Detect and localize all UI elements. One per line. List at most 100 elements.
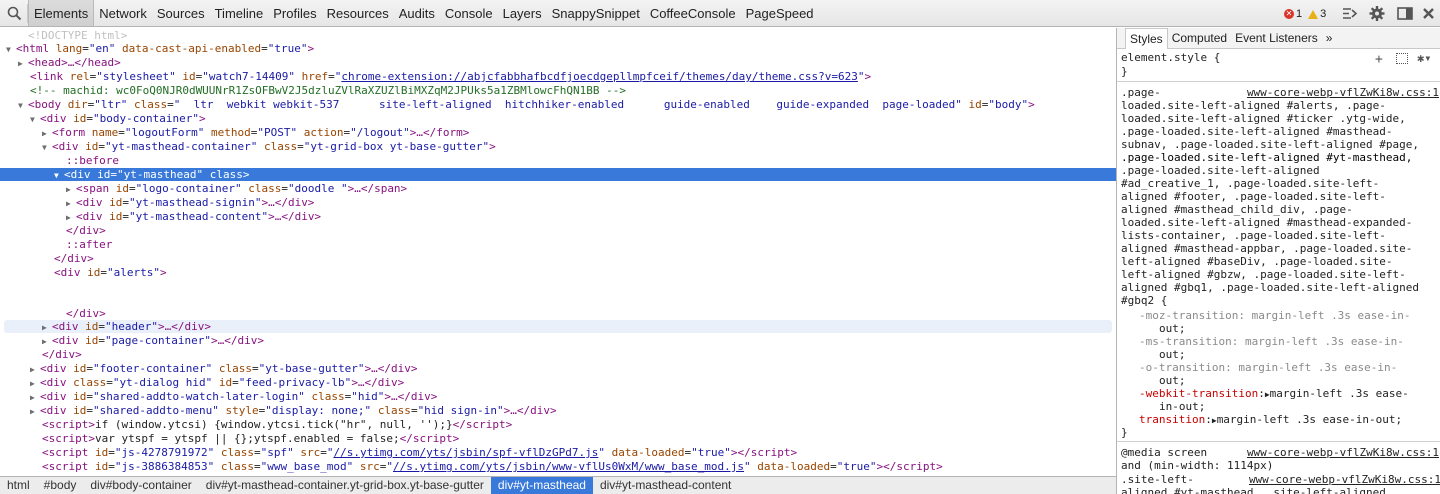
error-count: 1	[1296, 8, 1303, 20]
tab-pagespeed[interactable]: PageSpeed	[741, 0, 819, 27]
tree-row-link[interactable]: <link rel="stylesheet" id="watch7-14409"…	[0, 70, 1116, 83]
selector-line: aligned #footer, .page-loaded.site-left-	[1121, 190, 1386, 203]
tree-row-signin[interactable]: ▶ <div id="yt-masthead-signin">…</div>	[0, 196, 1116, 209]
tab-audits[interactable]: Audits	[394, 0, 440, 27]
tree-row-comment[interactable]: <!-- machid: wc0FoQ0NJR0dWUUNrR1ZsOFBwV2…	[0, 84, 1116, 97]
breadcrumb-item[interactable]: div#body-container	[83, 477, 198, 494]
source-text[interactable]: www-core-webp-vflZwKi8w.css:1	[1235, 473, 1440, 486]
style-declaration[interactable]: -moz-transition: margin-left .3s ease-in…	[1139, 309, 1440, 322]
tree-row-close-div[interactable]: </div>	[0, 348, 1116, 361]
collapsed-triangle-icon[interactable]: ▶	[30, 391, 40, 404]
rule-source-link[interactable]: www-core-webp-vflZwKi8w.css:1	[1235, 446, 1439, 459]
tree-row-alerts[interactable]: <div id="alerts">	[0, 266, 1116, 279]
attr-value: "true"	[691, 446, 731, 459]
style-declaration[interactable]: -ms-transition: margin-left .3s ease-in-	[1139, 335, 1440, 348]
tree-row-html[interactable]: ▼ <html lang="en" data-cast-api-enabled="…	[0, 42, 1116, 55]
style-declaration[interactable]: transition:▶margin-left .3s ease-in-out;	[1139, 413, 1440, 426]
tab-computed[interactable]: Computed	[1168, 28, 1231, 49]
tree-row-close-div[interactable]: </div>	[0, 224, 1116, 237]
tree-row-watch-later[interactable]: ▶ <div id="shared-addto-watch-later-login…	[0, 390, 1116, 403]
tab-sources[interactable]: Sources	[152, 0, 210, 27]
tree-row-content[interactable]: ▶ <div id="yt-masthead-content">…</div>	[0, 210, 1116, 223]
tree-row-close-div[interactable]: </div>	[0, 252, 1116, 265]
collapsed-triangle-icon[interactable]: ▶	[18, 57, 28, 70]
collapsed-triangle-icon[interactable]: ▶	[42, 321, 52, 334]
property-value: margin-left .3s ease-	[1269, 387, 1409, 400]
expanded-triangle-icon[interactable]: ▼	[42, 141, 52, 154]
tree-row-header[interactable]: ▶ <div id="header">…</div>	[4, 320, 1112, 333]
tree-row-before[interactable]: ::before	[0, 154, 1116, 167]
attr-value: "true"	[267, 42, 308, 55]
collapsed-triangle-icon[interactable]: ▶	[42, 335, 52, 348]
stylesheet-link[interactable]: chrome-extension://abjcfabbhafbcdfjoecdg…	[341, 70, 858, 83]
collapsed-triangle-icon[interactable]: ▶	[30, 405, 40, 418]
attr-value: "yt-masthead-signin"	[129, 196, 262, 209]
selector-line: loaded.site-left-aligned #alerts, .page-	[1121, 99, 1386, 112]
breadcrumb-item[interactable]: #body	[37, 477, 84, 494]
show-drawer-icon[interactable]	[1339, 4, 1359, 23]
tree-row-body-container[interactable]: ▼ <div id="body-container">	[0, 112, 1116, 125]
tab-event-listeners[interactable]: Event Listeners	[1231, 28, 1322, 49]
tree-row-dialog[interactable]: ▶ <div class="yt-dialog hid" id="feed-pri…	[0, 376, 1116, 389]
collapsed-triangle-icon[interactable]: ▶	[66, 211, 76, 224]
breadcrumb-item[interactable]: html	[0, 477, 37, 494]
expanded-triangle-icon[interactable]: ▼	[30, 113, 40, 126]
tab-network[interactable]: Network	[94, 0, 152, 27]
tree-row-after[interactable]: ::after	[0, 238, 1116, 251]
tree-row-script[interactable]: <script>if (window.ytcsi) {window.ytcsi.…	[0, 418, 1116, 431]
style-declaration[interactable]: -o-transition: margin-left .3s ease-in-	[1139, 361, 1440, 374]
tab-styles[interactable]: Styles	[1125, 28, 1168, 49]
expanded-triangle-icon[interactable]: ▼	[6, 43, 16, 56]
tree-row-logo[interactable]: ▶ <span id="logo-container" class="doodle…	[0, 182, 1116, 195]
collapsed-triangle-icon[interactable]: ▶	[30, 363, 40, 376]
collapsed-triangle-icon[interactable]: ▶	[42, 127, 52, 140]
tab-profiles[interactable]: Profiles	[268, 0, 321, 27]
script-src-link[interactable]: //s.ytimg.com/yts/jsbin/spf-vflDzGPd7.js	[333, 446, 598, 459]
collapsed-triangle-icon[interactable]: ▶	[66, 197, 76, 210]
tree-row-body[interactable]: ▼ <body dir="ltr" class=" ltr webkit webk…	[0, 98, 1116, 111]
property-value-cont: out;	[1159, 322, 1186, 335]
property-name: -o-transition	[1139, 361, 1226, 374]
element-style-selector[interactable]: element.style {	[1121, 51, 1440, 64]
more-tabs-icon[interactable]: »	[1322, 28, 1337, 49]
collapsed-triangle-icon[interactable]: ▶	[30, 377, 40, 390]
tree-row-masthead-selected[interactable]: ▼ <div id="yt-masthead" class>	[0, 168, 1116, 181]
tab-layers[interactable]: Layers	[498, 0, 547, 27]
expanded-triangle-icon[interactable]: ▼	[54, 169, 64, 182]
tree-row-head[interactable]: ▶ <head>…</head>	[0, 56, 1116, 69]
tab-console[interactable]: Console	[440, 0, 498, 27]
breadcrumb-item[interactable]: div#yt-masthead-content	[593, 477, 738, 494]
tree-row-form[interactable]: ▶ <form name="logoutForm" method="POST" a…	[0, 126, 1116, 139]
dock-side-icon[interactable]	[1395, 4, 1415, 23]
tree-row-addto-menu[interactable]: ▶ <div id="shared-addto-menu" style="disp…	[0, 404, 1116, 417]
breadcrumb-item-active[interactable]: div#yt-masthead	[490, 477, 593, 494]
script-src-link[interactable]: //s.ytimg.com/yts/jsbin/www-vflUs0WxM/ww…	[393, 460, 744, 473]
tab-snappysnippet[interactable]: SnappySnippet	[547, 0, 645, 27]
style-declaration[interactable]: -webkit-transition:▶margin-left .3s ease…	[1139, 387, 1440, 400]
attr-value: "header"	[105, 320, 158, 333]
search-icon[interactable]	[6, 5, 24, 22]
tree-row-page-container[interactable]: ▶ <div id="page-container">…</div>	[0, 334, 1116, 347]
attr-value: "yt-base-gutter"	[258, 362, 365, 375]
expanded-triangle-icon[interactable]: ▼	[18, 99, 28, 112]
tab-resources[interactable]: Resources	[322, 0, 394, 27]
tab-timeline[interactable]: Timeline	[210, 0, 269, 27]
tab-elements[interactable]: Elements	[28, 0, 95, 26]
console-counters[interactable]: ✕ 1 3	[1284, 6, 1326, 22]
tree-row-script-base[interactable]: <script id="js-3886384853" class="www_ba…	[0, 460, 1116, 473]
tree-row-footer[interactable]: ▶ <div id="footer-container" class="yt-ba…	[0, 362, 1116, 375]
tab-coffeeconsole[interactable]: CoffeeConsole	[645, 0, 741, 27]
tree-row-masthead-container[interactable]: ▼ <div id="yt-masthead-container" class="…	[0, 140, 1116, 153]
attr-value: "watch7-14409"	[202, 70, 295, 83]
breadcrumb-item[interactable]: div#yt-masthead-container.yt-grid-box.yt…	[199, 477, 491, 494]
collapsed-triangle-icon[interactable]: ▶	[66, 183, 76, 196]
tree-row-close-div[interactable]: </div>	[0, 307, 1116, 320]
tree-row-script[interactable]: <script>var ytspf = ytspf || {};ytspf.en…	[0, 432, 1116, 445]
tree-row-script-spf[interactable]: <script id="js-4278791972" class="spf" s…	[0, 446, 1116, 459]
tree-row-doctype[interactable]: <!DOCTYPE html>	[0, 29, 1116, 42]
property-value-cont: out;	[1159, 374, 1186, 387]
close-icon[interactable]	[1419, 4, 1439, 23]
elements-tree[interactable]: <!DOCTYPE html> ▼ <html lang="en" data-ca…	[0, 28, 1116, 476]
gear-icon[interactable]	[1367, 4, 1387, 23]
rule-divider	[1117, 441, 1440, 442]
